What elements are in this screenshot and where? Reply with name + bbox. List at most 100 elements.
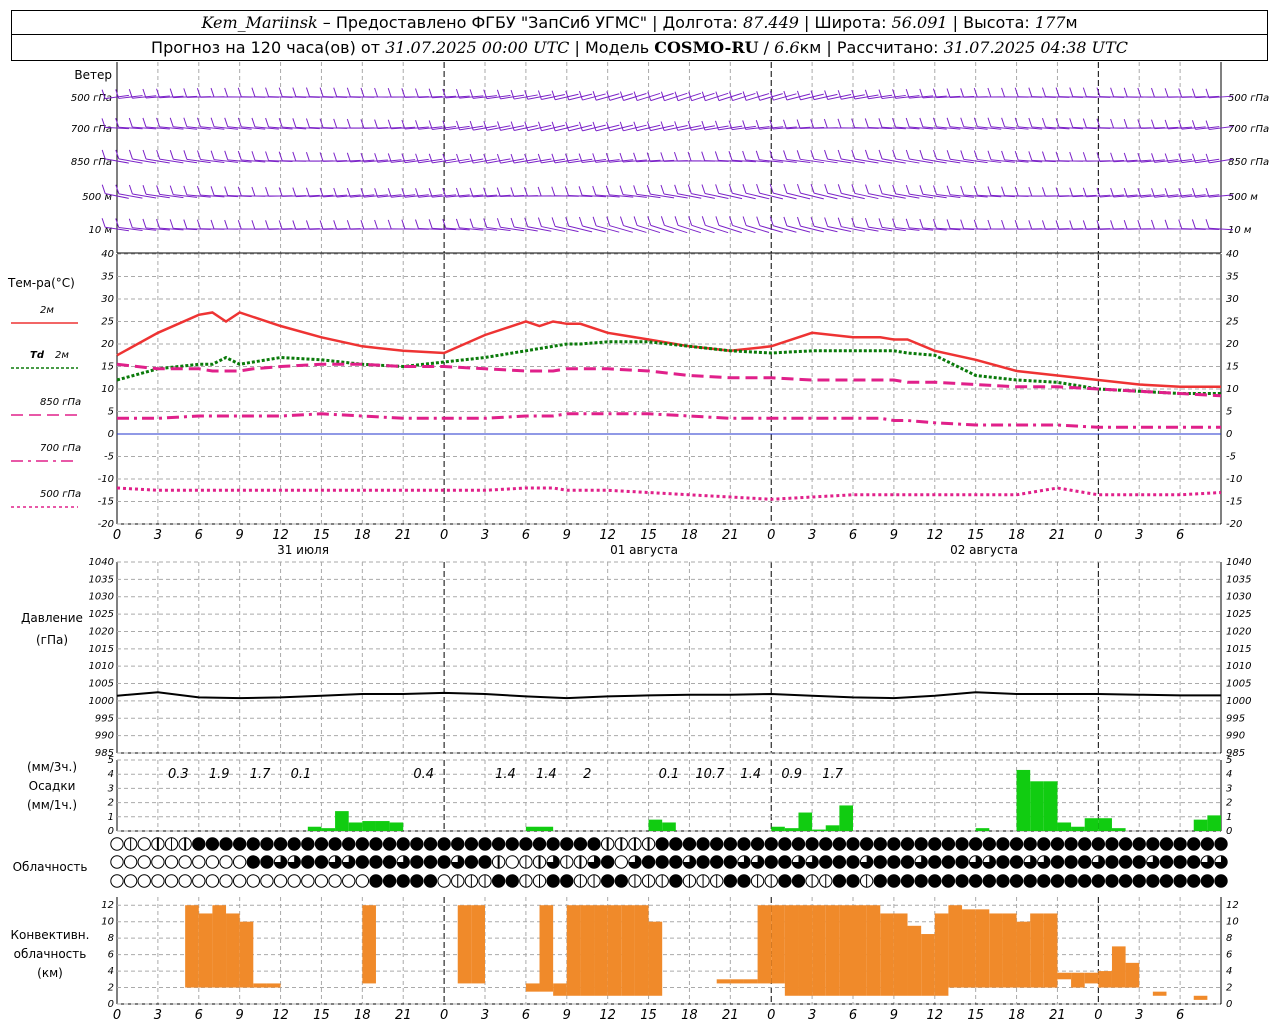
wind-barb-feather [251, 151, 256, 161]
wind-barb-feather [265, 87, 270, 97]
precip-bar [839, 805, 853, 831]
hour-label-temp: 15 [640, 528, 657, 543]
press-tick-left: 1020 [89, 626, 114, 637]
cloud-symbol [382, 874, 397, 888]
cloud-symbol [955, 837, 969, 851]
cloud-symbol [669, 855, 683, 869]
precip-bar [525, 826, 540, 831]
wind-barb-feather [251, 87, 256, 97]
wind-level-right: 850 гПа [1228, 157, 1269, 168]
hour-label-temp: 18 [681, 528, 698, 543]
precip-bar [1030, 781, 1044, 831]
cloud-symbol [737, 874, 751, 888]
precip-bar [771, 826, 785, 831]
cloud-symbol [1118, 874, 1133, 888]
cloud-symbol [900, 837, 915, 851]
wind-barb-feather [769, 150, 774, 160]
convective-bar [198, 913, 213, 988]
hour-label-temp: 21 [395, 528, 412, 543]
cloud-symbol [205, 874, 220, 888]
precip-amount-label: 1.4 [536, 767, 557, 782]
convective-bar [866, 905, 881, 996]
convective-title-2: облачность [14, 947, 87, 961]
cloud-symbol [205, 837, 220, 851]
cloud-symbol [900, 855, 915, 869]
convective-bar [771, 905, 785, 984]
cloud-symbol [764, 837, 778, 851]
wind-barb-feather [756, 91, 761, 101]
wind-barb-feather [1082, 118, 1087, 128]
cloud-symbol [1064, 874, 1078, 888]
wind-barb-feather [796, 150, 801, 160]
temp-tick-left: 40 [101, 249, 114, 260]
wind-barb [705, 224, 729, 234]
wind-barb-feather [292, 187, 297, 197]
wind-barb-feather [592, 185, 597, 196]
wind-barb-feather [251, 220, 256, 230]
wind-barb-feather [510, 89, 515, 100]
wind-barb-feather [428, 88, 433, 98]
wind-barb-feather [946, 117, 951, 127]
convective-bar [212, 905, 227, 988]
wind-barb-feather [960, 219, 965, 229]
hour-label-conv: 9 [236, 1008, 244, 1023]
cloud-symbol [873, 855, 887, 869]
wind-barb-feather [987, 117, 992, 127]
cloud-symbol [996, 837, 1010, 851]
wind-barb-feather [469, 218, 474, 228]
temp-tick-right: 15 [1226, 362, 1239, 373]
wind-barb-feather [265, 220, 270, 230]
wind-barb-feather [497, 121, 501, 131]
wind-barb-feather [374, 119, 379, 129]
convective-bar [239, 921, 254, 988]
press-tick-right: 1005 [1226, 679, 1251, 690]
wind-barb [773, 192, 797, 200]
cloud-symbol [437, 874, 451, 888]
cloud-symbol [1187, 855, 1201, 869]
cloud-symbol [478, 855, 492, 869]
precip-bar [662, 822, 676, 831]
hour-label-temp: 6 [195, 528, 203, 543]
wind-barb-feather [878, 218, 883, 228]
cloud-symbol [232, 874, 247, 888]
wind-barb-feather [633, 121, 638, 131]
cloud-symbol [151, 855, 165, 869]
wind-barb-feather [619, 91, 624, 101]
temp-tick-right: 35 [1226, 272, 1239, 283]
wind-barb-feather [1191, 219, 1196, 229]
wind-barb-feather [633, 216, 638, 226]
wind-barb-feather [1178, 219, 1183, 229]
precip-bar [1016, 769, 1031, 831]
cloud-symbol [1078, 855, 1092, 869]
cloud-symbol [641, 855, 656, 869]
temp-tick-right: 30 [1226, 294, 1239, 305]
cloud-symbol [478, 837, 492, 851]
precip-amount-label: 0.1 [291, 767, 312, 782]
hour-label-temp: 18 [1008, 528, 1025, 543]
cloud-symbol [669, 837, 683, 851]
wind-barb-feather [973, 186, 978, 196]
precip-bar [389, 822, 404, 831]
convective-bar [594, 905, 608, 996]
convective-bar [975, 909, 990, 988]
cloud-symbol [832, 855, 847, 869]
wind-barb-feather [183, 185, 188, 196]
cloud-symbol [137, 837, 151, 851]
convective-bar [1111, 946, 1126, 988]
hour-label-temp: 0 [767, 528, 775, 543]
cloud-symbol [968, 874, 983, 888]
wind-barb-feather [387, 119, 392, 129]
cloud-symbol [1173, 874, 1187, 888]
cloud-symbol [1037, 874, 1051, 888]
wind-barb [732, 224, 756, 234]
cloud-symbol [832, 837, 847, 851]
wind-barb-feather [796, 90, 801, 101]
precip-bar [812, 829, 826, 831]
cloud-symbol [846, 837, 860, 851]
hour-label-temp: 6 [1176, 528, 1184, 543]
wind-barb-feather [319, 87, 324, 97]
convective-bar [580, 905, 595, 996]
precip-bar [1207, 815, 1221, 831]
cloud-symbol [192, 855, 206, 869]
cloud-symbol [192, 837, 206, 851]
